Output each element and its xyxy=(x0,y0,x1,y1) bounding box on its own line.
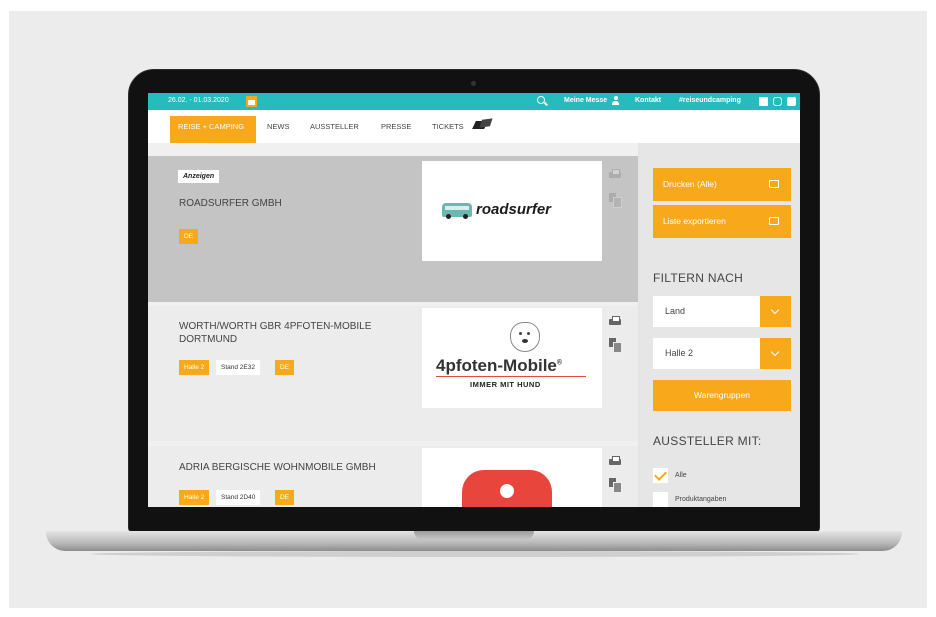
logo-subtitle: IMMER MIT HUND xyxy=(470,380,541,389)
logo-text: 4pfoten-Mobile® xyxy=(436,356,563,375)
check-label: Produktangaben xyxy=(675,496,727,503)
calendar-icon[interactable] xyxy=(246,96,257,107)
copy-icon[interactable] xyxy=(609,478,622,493)
hall-select-value: Halle 2 xyxy=(665,348,694,358)
exhibitor-logo[interactable]: roadsurfer xyxy=(422,161,602,261)
export-list-button[interactable]: Liste exportieren xyxy=(653,205,791,238)
search-icon[interactable] xyxy=(537,96,545,104)
exhibitor-logo[interactable]: 4pfoten-Mobile® IMMER MIT HUND xyxy=(422,308,602,408)
country-select[interactable]: Land xyxy=(653,296,791,327)
print-icon[interactable] xyxy=(609,316,621,326)
roadsurfer-logo: roadsurfer xyxy=(442,201,582,223)
print-icon[interactable] xyxy=(609,456,621,466)
event-dates: 26.02. - 01.03.2020 xyxy=(168,97,229,104)
logo-text: roadsurfer xyxy=(476,201,552,218)
exhibitor-name[interactable]: WORTH/WORTH GBR 4PFOTEN-MOBILE DORTMUND xyxy=(179,320,399,346)
laptop-screen: 26.02. - 01.03.2020 Meine Messe Kontakt … xyxy=(148,93,800,507)
product-groups-button[interactable]: Warengruppen xyxy=(653,380,791,411)
copy-icon[interactable] xyxy=(609,193,622,208)
country-tag: DE xyxy=(179,229,199,244)
print-all-button[interactable]: Drucken (Alle) xyxy=(653,168,791,201)
exhibitor-card[interactable]: WORTH/WORTH GBR 4PFOTEN-MOBILE DORTMUND … xyxy=(148,306,638,441)
chevron-down-icon[interactable] xyxy=(760,338,791,369)
hall-tag: Halle 2 xyxy=(179,360,210,375)
nav-news[interactable]: NEWS xyxy=(267,122,290,131)
nav-aussteller[interactable]: AUSSTELLER xyxy=(310,122,359,131)
exhibitor-card[interactable]: ADRIA BERGISCHE WOHNMOBILE GMBH Halle 2 … xyxy=(148,446,638,507)
nav-presse[interactable]: PRESSE xyxy=(381,122,411,131)
country-select-value: Land xyxy=(665,306,686,316)
laptop-shadow xyxy=(90,551,860,557)
ad-badge: Anzeigen xyxy=(178,170,220,183)
printer-icon xyxy=(769,180,779,188)
van-icon xyxy=(442,203,472,219)
youtube-icon[interactable] xyxy=(787,97,796,106)
hall-tag: Halle 2 xyxy=(179,490,210,505)
my-fair-link[interactable]: Meine Messe xyxy=(564,97,607,104)
filter-sidebar: Drucken (Alle) Liste exportieren FILTERN… xyxy=(640,143,800,507)
contact-link[interactable]: Kontakt xyxy=(635,97,661,104)
adria-logo xyxy=(462,470,552,507)
filter-heading: FILTERN NACH xyxy=(653,271,744,285)
export-list-label: Liste exportieren xyxy=(663,216,726,226)
main-nav: REISE + CAMPING NEWS AUSSTELLER PRESSE T… xyxy=(148,110,800,143)
dog-icon xyxy=(510,322,540,352)
chevron-down-icon[interactable] xyxy=(760,296,791,327)
exhibitor-name[interactable]: ROADSURFER GMBH xyxy=(179,197,399,210)
stand-tag: Stand 2D40 xyxy=(216,490,261,505)
logo-underline xyxy=(436,376,586,377)
nav-reise-camping[interactable]: REISE + CAMPING xyxy=(170,116,256,143)
export-icon xyxy=(769,217,779,225)
print-all-label: Drucken (Alle) xyxy=(663,179,717,189)
stand-tag: Stand 2E32 xyxy=(216,360,260,375)
country-tag: DE xyxy=(275,490,295,505)
product-groups-label: Warengruppen xyxy=(694,390,750,400)
country-tag: DE xyxy=(275,360,295,375)
hall-select[interactable]: Halle 2 xyxy=(653,338,791,369)
exhibitor-logo[interactable] xyxy=(422,448,602,507)
ticket-icon xyxy=(472,119,492,131)
checkbox[interactable] xyxy=(653,468,668,483)
check-label: Alle xyxy=(675,472,687,479)
user-icon xyxy=(612,96,619,105)
exhibitor-list: Anzeigen ROADSURFER GMBH DE roadsurfer W… xyxy=(148,143,638,507)
exhibitor-name[interactable]: ADRIA BERGISCHE WOHNMOBILE GMBH xyxy=(179,461,399,474)
exhibitors-with-heading: AUSSTELLER MIT: xyxy=(653,434,762,448)
copy-icon[interactable] xyxy=(609,338,622,353)
print-icon[interactable] xyxy=(609,169,621,179)
hashtag-link[interactable]: #reiseundcamping xyxy=(679,97,741,104)
instagram-icon[interactable] xyxy=(773,97,782,106)
checkbox[interactable] xyxy=(653,492,668,507)
exhibitor-card[interactable]: Anzeigen ROADSURFER GMBH DE roadsurfer xyxy=(148,156,638,302)
camera-icon xyxy=(471,81,476,86)
nav-tickets[interactable]: TICKETS xyxy=(432,122,464,131)
facebook-icon[interactable] xyxy=(759,97,768,106)
top-bar: 26.02. - 01.03.2020 Meine Messe Kontakt … xyxy=(148,93,800,110)
laptop-notch xyxy=(414,531,534,540)
